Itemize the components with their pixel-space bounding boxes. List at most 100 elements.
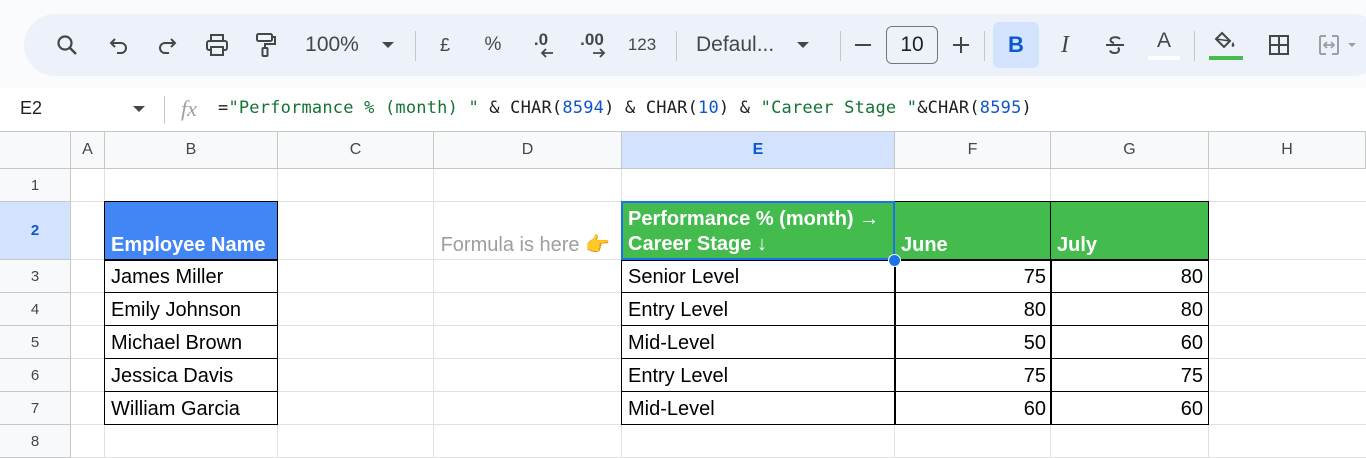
- text-color-swatch: [1148, 56, 1180, 60]
- formula-token: ): [1021, 98, 1032, 118]
- merge-cells-icon: [1319, 35, 1339, 55]
- more-formats-button[interactable]: 123: [624, 14, 660, 76]
- cell-f3[interactable]: 75: [894, 259, 1052, 293]
- row-header-5[interactable]: 5: [0, 326, 71, 359]
- increase-decimal-button[interactable]: .00: [574, 14, 610, 76]
- chevron-down-icon[interactable]: [132, 104, 146, 114]
- cell-f4[interactable]: 80: [894, 292, 1052, 326]
- cell-b7[interactable]: William Garcia: [104, 391, 278, 425]
- column-header-e[interactable]: E: [622, 132, 895, 169]
- more-formats-label: 123: [627, 35, 657, 54]
- name-box[interactable]: E2: [20, 98, 42, 119]
- column-header-h[interactable]: H: [1209, 132, 1366, 169]
- redo-button[interactable]: [152, 14, 182, 76]
- formula-token: ) &: [718, 98, 761, 118]
- increase-font-size-button[interactable]: [948, 14, 974, 76]
- separator: [840, 31, 841, 61]
- cell-g2[interactable]: July: [1050, 201, 1209, 261]
- cell-f5[interactable]: 50: [894, 325, 1052, 359]
- formula-token: "Performance % (month) ": [228, 98, 479, 118]
- cell-e4[interactable]: Entry Level: [621, 292, 896, 326]
- select-all-corner[interactable]: [0, 132, 71, 169]
- column-header-d[interactable]: D: [434, 132, 622, 169]
- font-size-input[interactable]: 10: [886, 26, 938, 64]
- currency-format-button[interactable]: £: [432, 14, 458, 76]
- formula-token: 8594: [562, 98, 605, 118]
- column-header-b[interactable]: B: [105, 132, 278, 169]
- fill-color-swatch: [1209, 55, 1243, 60]
- decrease-font-size-button[interactable]: [850, 14, 876, 76]
- italic-button[interactable]: I: [1052, 14, 1078, 76]
- borders-button[interactable]: [1264, 14, 1294, 76]
- row-header-3[interactable]: 3: [0, 260, 71, 293]
- font-family-value: Defaul...: [696, 33, 775, 56]
- redo-icon: [159, 38, 177, 54]
- minus-icon: [855, 44, 871, 46]
- borders-icon: [1269, 35, 1289, 55]
- cell-f6[interactable]: 75: [894, 358, 1052, 392]
- fill-handle[interactable]: [888, 254, 901, 267]
- undo-icon: [109, 38, 127, 54]
- undo-button[interactable]: [104, 14, 134, 76]
- text-color-button[interactable]: A: [1146, 14, 1182, 76]
- bold-button[interactable]: B: [993, 22, 1039, 68]
- separator: [984, 31, 985, 61]
- chevron-down-icon: [797, 42, 810, 48]
- cell-e3[interactable]: Senior Level: [621, 259, 896, 293]
- cell-e2[interactable]: Performance % (month) → Career Stage ↓: [621, 201, 896, 261]
- cell-b4[interactable]: Emily Johnson: [104, 292, 278, 326]
- cell-e5[interactable]: Mid-Level: [621, 325, 896, 359]
- cell-g3[interactable]: 80: [1050, 259, 1209, 293]
- cell-f7[interactable]: 60: [894, 391, 1052, 425]
- cell-g6[interactable]: 75: [1050, 358, 1209, 392]
- cell-d2[interactable]: Formula is here 👉: [434, 202, 622, 260]
- formula-input[interactable]: ="Performance % (month) " & CHAR(8594) &…: [218, 98, 1032, 118]
- column-header-a[interactable]: A: [71, 132, 105, 169]
- percent-format-button[interactable]: %: [480, 14, 506, 76]
- merge-cells-button[interactable]: [1312, 14, 1362, 76]
- cell-g4[interactable]: 80: [1050, 292, 1209, 326]
- separator: [415, 31, 416, 61]
- cell-f2[interactable]: June: [894, 201, 1052, 261]
- increase-decimal-label: .00: [580, 30, 604, 49]
- strikethrough-icon: [1106, 36, 1124, 55]
- print-button[interactable]: [200, 14, 234, 76]
- column-header-f[interactable]: F: [895, 132, 1051, 169]
- formula-token: ) & CHAR(: [604, 98, 699, 118]
- formula-token: 8595: [979, 98, 1022, 118]
- row-header-7[interactable]: 7: [0, 392, 71, 425]
- zoom-select[interactable]: 100%: [300, 14, 400, 76]
- cell-g5[interactable]: 60: [1050, 325, 1209, 359]
- formula-token: "Career Stage ": [760, 98, 918, 118]
- toolbar: 100% £ % .0 .00 123 Defaul... 10 B I A: [24, 14, 1366, 76]
- search-icon: [57, 35, 77, 55]
- row-header-2[interactable]: 2: [0, 202, 71, 260]
- cell-g7[interactable]: 60: [1050, 391, 1209, 425]
- cell-b3[interactable]: James Miller: [104, 259, 278, 293]
- cell-b6[interactable]: Jessica Davis: [104, 358, 278, 392]
- separator: [676, 31, 677, 61]
- paint-bucket-icon: [1214, 31, 1235, 48]
- row-header-8[interactable]: 8: [0, 425, 71, 458]
- formula-token: 10: [698, 98, 719, 118]
- cell-e7[interactable]: Mid-Level: [621, 391, 896, 425]
- cell-e6[interactable]: Entry Level: [621, 358, 896, 392]
- paint-format-button[interactable]: [250, 14, 280, 76]
- bold-label: B: [1008, 32, 1024, 57]
- font-family-select[interactable]: Defaul...: [696, 14, 826, 76]
- cell-b5[interactable]: Michael Brown: [104, 325, 278, 359]
- column-header-g[interactable]: G: [1051, 132, 1209, 169]
- row-header-6[interactable]: 6: [0, 359, 71, 392]
- currency-label: £: [439, 34, 450, 55]
- search-menus-button[interactable]: [52, 14, 82, 76]
- column-header-c[interactable]: C: [278, 132, 434, 169]
- decrease-decimal-label: .0: [533, 30, 549, 49]
- strikethrough-button[interactable]: [1100, 14, 1130, 76]
- cell-b2[interactable]: Employee Name: [104, 201, 278, 261]
- row-header-4[interactable]: 4: [0, 293, 71, 326]
- fill-color-button[interactable]: [1208, 14, 1244, 76]
- row-header-1[interactable]: 1: [0, 169, 71, 202]
- print-icon: [206, 34, 228, 56]
- formula-token: &CHAR(: [917, 98, 980, 118]
- decrease-decimal-button[interactable]: .0: [524, 14, 558, 76]
